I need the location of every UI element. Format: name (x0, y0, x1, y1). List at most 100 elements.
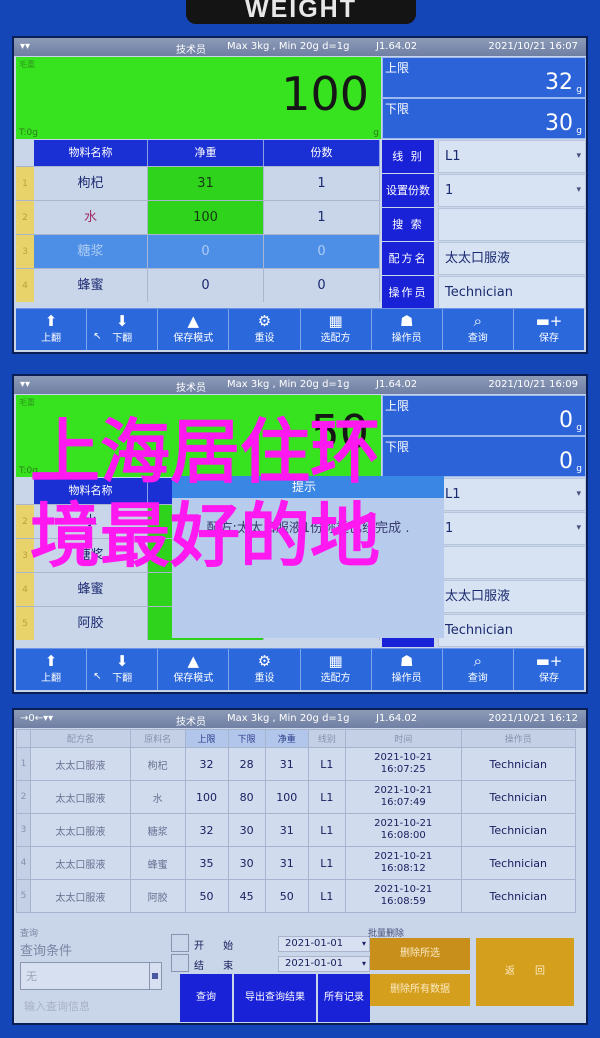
table-row[interactable]: 4 蜂蜜 0 0 (16, 268, 380, 302)
page-up-label: 上翻 (41, 673, 62, 684)
row-net: 100 (148, 201, 264, 234)
query-condition-value: 无 (26, 970, 37, 983)
recipe-label: 配方名 (382, 242, 434, 275)
select-recipe-button[interactable]: ▦ 选配方 (301, 649, 372, 690)
export-results-button[interactable]: 导出查询结果 (234, 974, 316, 1022)
row-name: 糖浆 (34, 235, 148, 268)
table-row[interactable]: 2 水 100 1 (16, 200, 380, 234)
page-up-label: 上翻 (41, 333, 62, 344)
line-label: 线 别 (382, 140, 434, 173)
pyramid-icon: ▲ (187, 312, 200, 330)
start-date-value: 2021-01-01 (285, 938, 344, 949)
operator-button[interactable]: ☗ 操作员 (372, 649, 443, 690)
table-row[interactable]: 3 太太口服液 糖浆 32 30 31 L1 2021-10-21 16:08:0… (16, 813, 577, 847)
start-date-checkbox[interactable] (171, 934, 189, 952)
dropdown-icon (149, 963, 161, 989)
row-count: 0 (264, 235, 380, 268)
printer-icon: ▬+ (535, 652, 563, 670)
row-lower: 30 (227, 846, 266, 880)
page-down-button[interactable]: ↖ ⬇ 下翻 (87, 649, 159, 690)
search-button[interactable]: 搜 索 (382, 208, 434, 241)
limits-panel: 上限 32 g 下限 30 g (382, 57, 586, 139)
records-table: 配方名 原料名 上限 下限 净重 线别 时间 操作员 1 太太口服液 枸杞 32… (16, 729, 577, 913)
row-time: 2021-10-21 16:08:12 (344, 846, 462, 880)
row-recipe: 太太口服液 (30, 747, 131, 781)
select-recipe-button[interactable]: ▦ 选配方 (301, 309, 372, 350)
upper-limit-value: 32 (545, 70, 573, 95)
status-version: J1.64.02 (376, 41, 418, 52)
cursor-icon: ↖ (93, 331, 102, 342)
row-net: 31 (148, 167, 264, 200)
material-table: 物料名称 净重 份数 1 枸杞 31 1 2 水 100 1 3 糖浆 0 0 … (16, 140, 380, 302)
row-index: 4 (16, 269, 34, 302)
table-row[interactable]: 1 枸杞 31 1 (16, 166, 380, 200)
row-material: 枸杞 (129, 747, 186, 781)
reset-button[interactable]: ⚙ 重设 (229, 649, 301, 690)
query-button[interactable]: ⌕ 查询 (443, 309, 514, 350)
search-input[interactable] (438, 208, 586, 241)
search-button[interactable]: 查询 (180, 974, 232, 1022)
query-input[interactable]: 输入查询信息 (24, 998, 90, 1014)
end-date-value: 2021-01-01 (285, 958, 344, 969)
page-down-button[interactable]: ↖ ⬇ 下翻 (87, 309, 159, 350)
recipe-value: 太太口服液 (438, 242, 586, 275)
operator-button-label: 操作员 (391, 673, 422, 684)
page-up-button[interactable]: ⬆ 上翻 (16, 649, 88, 690)
row-net: 0 (148, 235, 264, 268)
table-row-selected[interactable]: 3 糖浆 0 0 (16, 234, 380, 268)
delete-selected-button[interactable]: 删除所选 (370, 938, 470, 970)
row-lower: 45 (227, 879, 266, 913)
table-row[interactable]: 5 太太口服液 阿胶 50 45 50 L1 2021-10-21 16:08:5… (16, 879, 577, 913)
save-label: 保存 (538, 673, 559, 684)
row-upper: 32 (184, 813, 229, 847)
row-index: 4 (16, 846, 31, 880)
query-button[interactable]: ⌕ 查询 (443, 649, 514, 690)
row-net: 50 (264, 879, 309, 913)
form-row-search: 搜 索 (382, 208, 586, 241)
start-date-select[interactable]: 2021-01-01 ▾ (278, 936, 370, 952)
printer-icon: ▬+ (535, 312, 563, 330)
row-count: 0 (264, 269, 380, 302)
save-mode-button[interactable]: ▲ 保存模式 (158, 649, 230, 690)
page-up-button[interactable]: ⬆ 上翻 (16, 309, 88, 350)
save-button[interactable]: ▬+ 保存 (514, 309, 584, 350)
row-date-text: 2021-10-21 (374, 785, 433, 796)
row-net: 31 (264, 846, 309, 880)
save-mode-button[interactable]: ▲ 保存模式 (158, 309, 230, 350)
table-row[interactable]: 2 太太口服液 水 100 80 100 L1 2021-10-21 16:07:… (16, 780, 577, 814)
query-condition-select[interactable]: 无 (20, 962, 162, 990)
row-line: L1 (307, 780, 346, 814)
line-select[interactable]: L1 ▾ (438, 140, 586, 173)
table-row[interactable]: 1 太太口服液 枸杞 32 28 31 L1 2021-10-21 16:07:2… (16, 747, 577, 781)
row-time-text: 16:08:00 (380, 830, 426, 841)
upper-limit-unit: g (576, 85, 582, 95)
header-material: 原料名 (129, 729, 186, 748)
back-button[interactable]: 返 回 (476, 938, 574, 1006)
row-net: 31 (264, 747, 309, 781)
search-doc-icon: ⌕ (473, 652, 483, 670)
end-date-select[interactable]: 2021-01-01 ▾ (278, 956, 370, 972)
all-records-button[interactable]: 所有记录 (318, 974, 370, 1022)
reset-button[interactable]: ⚙ 重设 (229, 309, 301, 350)
arrow-up-icon: ⬆ (44, 312, 58, 330)
row-time-text: 16:07:25 (380, 764, 426, 775)
save-button[interactable]: ▬+ 保存 (514, 649, 584, 690)
reset-label: 重设 (254, 333, 275, 344)
start-label: 开 始 (194, 941, 242, 952)
row-recipe: 太太口服液 (30, 846, 131, 880)
lower-limit-unit: g (576, 126, 582, 136)
end-date-checkbox[interactable] (171, 954, 189, 972)
status-datetime: 2021/10/21 16:12 (488, 713, 578, 724)
delete-all-button[interactable]: 删除所有数据 (370, 974, 470, 1006)
weight-unit: g (373, 128, 379, 138)
row-upper: 50 (184, 879, 229, 913)
row-time-text: 16:08:12 (380, 863, 426, 874)
status-spec: Max 3kg , Min 20g d=1g (227, 41, 350, 52)
gear-icon: ⚙ (257, 312, 272, 330)
table-row[interactable]: 4 太太口服液 蜂蜜 35 30 31 L1 2021-10-21 16:08:1… (16, 846, 577, 880)
count-select[interactable]: 1 ▾ (438, 174, 586, 207)
operator-button[interactable]: ☗ 操作员 (372, 309, 443, 350)
status-bar: ▾▾ 技术员 Max 3kg , Min 20g d=1g J1.64.02 2… (14, 376, 586, 394)
select-recipe-label: 选配方 (320, 333, 351, 344)
row-time: 2021-10-21 16:07:49 (344, 780, 462, 814)
